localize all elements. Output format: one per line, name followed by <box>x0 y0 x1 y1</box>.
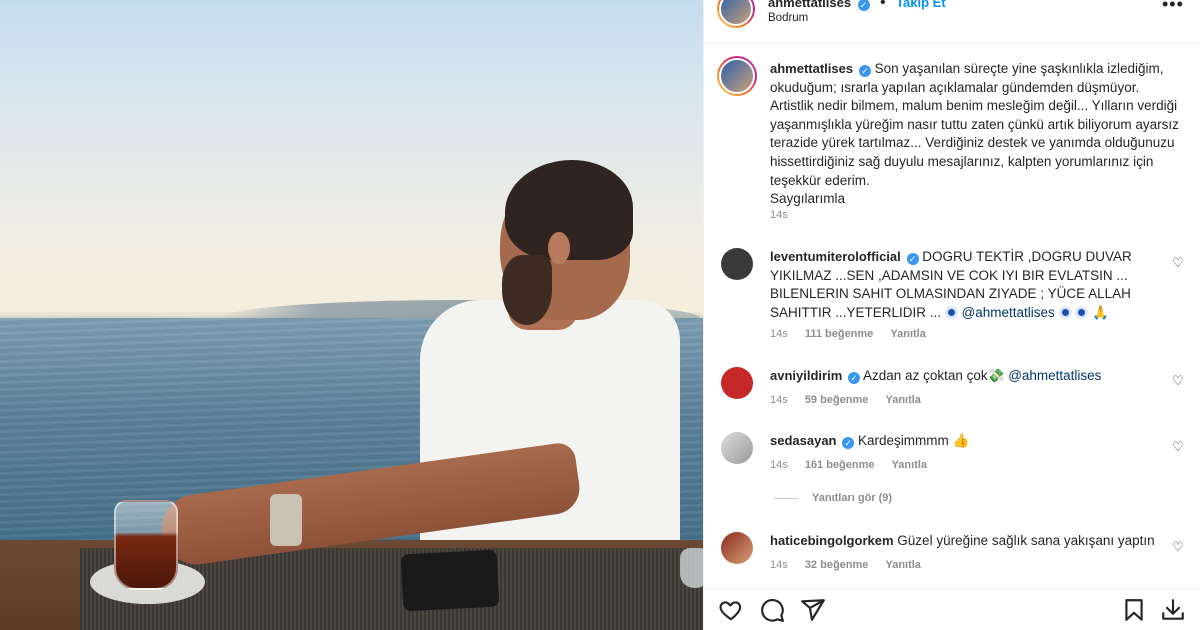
comment-username[interactable]: avniyildirim <box>770 368 842 383</box>
post-header: ahmettatlises ✓ • Takip Et Bodrum ••• <box>704 0 1200 44</box>
share-icon[interactable] <box>800 597 826 623</box>
comment-avatar[interactable] <box>721 432 753 464</box>
comment-meta: 14s 111 beğenme Yanıtla <box>770 328 926 340</box>
glass-right <box>680 548 703 588</box>
header-user: ahmettatlises ✓ • Takip Et <box>768 0 946 12</box>
reply-button[interactable]: Yanıtla <box>890 328 925 340</box>
comment-likes[interactable]: 111 beğenme <box>805 328 874 340</box>
comment-text: Azdan az çoktan çok <box>863 368 988 383</box>
reply-button[interactable]: Yanıtla <box>885 559 920 571</box>
comment-item: haticebingolgorkem Güzel yüreğine sağlık… <box>770 532 1170 551</box>
verified-badge-icon: ✓ <box>848 372 861 384</box>
thumbs-up-icon: 👍 <box>952 433 970 448</box>
view-replies-button[interactable]: Yanıtları gör (9) <box>774 492 892 504</box>
reply-button[interactable]: Yanıtla <box>885 394 920 406</box>
comment-username[interactable]: sedasayan <box>770 433 837 448</box>
comment-likes[interactable]: 59 beğenme <box>805 394 869 406</box>
comment-likes[interactable]: 32 beğenme <box>805 559 869 571</box>
comment-heart-icon[interactable]: ♡ <box>1171 540 1185 554</box>
comment-username[interactable]: haticebingolgorkem <box>770 533 894 548</box>
man-ear <box>548 232 570 264</box>
tea-glass <box>114 500 178 590</box>
verified-badge-icon: ✓ <box>857 0 870 11</box>
comment-heart-icon[interactable]: ♡ <box>1171 440 1185 454</box>
comment-item: avniyildirim ✓ Azdan az çoktan çok💸 @ahm… <box>770 367 1170 386</box>
follow-button[interactable]: Takip Et <box>896 0 946 10</box>
evil-eye-icon <box>944 305 958 319</box>
comment-icon[interactable] <box>759 597 785 623</box>
caption: ahmettatlises ✓ Son yaşanılan süreçte yi… <box>770 60 1180 209</box>
caption-username[interactable]: ahmettatlises <box>770 61 853 76</box>
comment-heart-icon[interactable]: ♡ <box>1171 374 1185 388</box>
verified-badge-icon: ✓ <box>906 253 919 265</box>
post-actions <box>704 588 1200 630</box>
comment-username[interactable]: leventumiterolofficial <box>770 249 901 264</box>
comment-meta: 14s 161 beğenme Yanıtla <box>770 459 928 471</box>
download-icon[interactable] <box>1160 597 1186 623</box>
wristwatch <box>270 494 302 546</box>
comment-avatar[interactable] <box>721 248 753 280</box>
comment-heart-icon[interactable]: ♡ <box>1171 256 1185 270</box>
location[interactable]: Bodrum <box>768 12 808 24</box>
comment-meta: 14s 59 beğenme Yanıtla <box>770 394 921 406</box>
money-icon: 💸 <box>987 368 1005 383</box>
verified-badge-icon: ✓ <box>858 65 871 77</box>
header-avatar[interactable] <box>717 0 755 28</box>
comment-item: leventumiterolofficial ✓ DOGRU TEKTİR ,D… <box>770 248 1170 322</box>
evil-eye-icon <box>1058 305 1072 319</box>
comment-text: Güzel yüreğine sağlık sana yakışanı yapt… <box>897 533 1155 548</box>
post-photo[interactable] <box>0 0 703 630</box>
man-beard <box>502 255 552 325</box>
more-horizontal-icon[interactable]: ••• <box>1162 0 1184 15</box>
comment-meta: 14s 32 beğenme Yanıtla <box>770 559 921 571</box>
comment-mention[interactable]: @ahmettatlises <box>1008 368 1101 383</box>
comment-text: Kardeşimmmm <box>858 433 949 448</box>
comment-likes[interactable]: 161 beğenme <box>805 459 875 471</box>
header-username[interactable]: ahmettatlises <box>768 0 851 10</box>
comment-avatar[interactable] <box>721 532 753 564</box>
comment-avatar[interactable] <box>721 367 753 399</box>
bookmark-icon[interactable] <box>1121 597 1147 623</box>
heart-icon[interactable] <box>718 597 744 623</box>
caption-signoff: Saygılarımla <box>770 191 846 207</box>
verified-badge-icon: ✓ <box>842 437 855 449</box>
caption-text: Son yaşanılan süreçte yine şaşkınlıkla i… <box>770 61 1179 188</box>
phone-on-table <box>400 549 500 612</box>
post-side-panel: ahmettatlises ✓ • Takip Et Bodrum ••• ah… <box>703 0 1200 630</box>
comment-item: sedasayan ✓ Kardeşimmmm 👍 <box>770 432 1170 451</box>
evil-eye-icon <box>1075 305 1089 319</box>
reply-button[interactable]: Yanıtla <box>892 459 927 471</box>
praying-hands-icon: 🙏 <box>1092 304 1109 320</box>
caption-avatar[interactable] <box>717 56 757 96</box>
caption-time[interactable]: 14s <box>770 209 788 221</box>
comment-mention[interactable]: @ahmettatlises <box>962 305 1055 320</box>
